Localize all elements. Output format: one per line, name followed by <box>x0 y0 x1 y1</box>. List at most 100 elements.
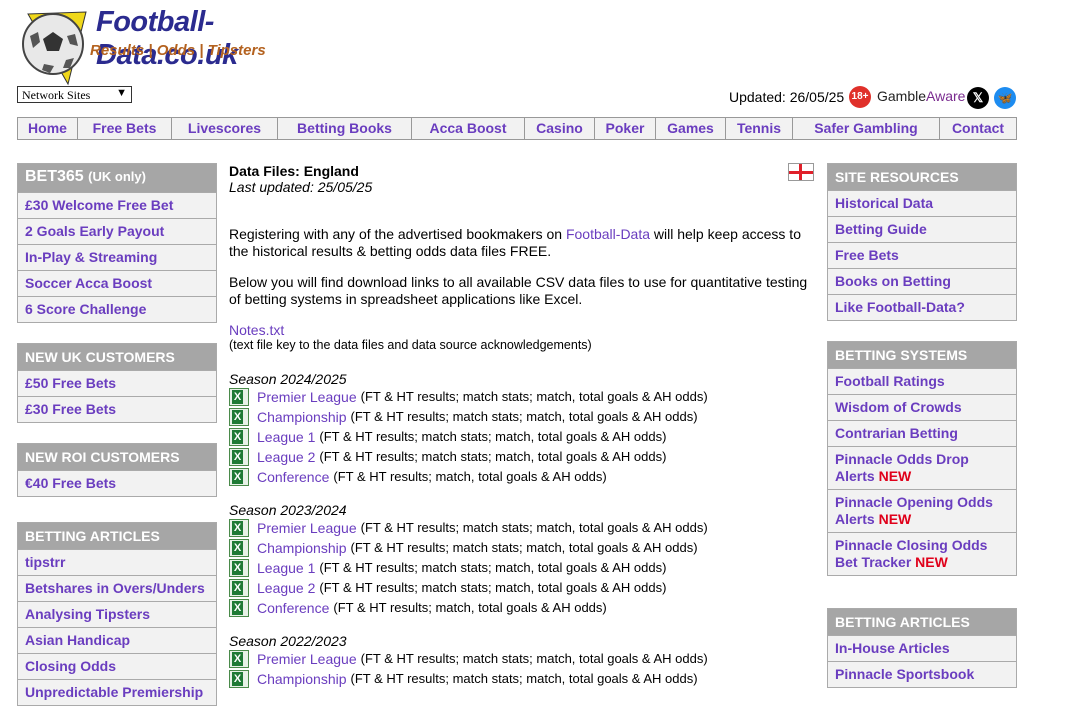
historical-data-link[interactable]: Historical Data <box>828 190 1016 216</box>
nav-home[interactable]: Home <box>18 118 78 139</box>
right-sidebar: SITE RESOURCES Historical Data Betting G… <box>827 163 1017 708</box>
csv-paragraph: Below you will find download links to al… <box>229 274 808 307</box>
file-row: Premier League(FT & HT results; match st… <box>229 518 819 538</box>
in-house-articles-link[interactable]: In-House Articles <box>828 635 1016 661</box>
notes-description: (text file key to the data files and dat… <box>229 338 592 352</box>
excel-file-icon[interactable] <box>229 388 249 406</box>
file-link[interactable]: Championship <box>257 407 347 427</box>
nav-poker[interactable]: Poker <box>595 118 656 139</box>
like-football-data-link[interactable]: Like Football-Data? <box>828 294 1016 320</box>
bet365-acca-boost-link[interactable]: Soccer Acca Boost <box>18 270 216 296</box>
excel-file-icon[interactable] <box>229 519 249 537</box>
network-sites-select[interactable]: Network Sites ▼ <box>17 86 132 103</box>
file-description: (FT & HT results; match stats; match, to… <box>319 449 667 464</box>
books-on-betting-link[interactable]: Books on Betting <box>828 268 1016 294</box>
article-analysing-tipsters-link[interactable]: Analysing Tipsters <box>18 601 216 627</box>
file-link[interactable]: Conference <box>257 467 329 487</box>
pinnacle-odds-drop-link[interactable]: Pinnacle Odds Drop Alerts NEW <box>828 446 1016 489</box>
file-row: Conference (FT & HT results; match, total… <box>229 598 819 618</box>
excel-file-icon[interactable] <box>229 539 249 557</box>
football-ratings-link[interactable]: Football Ratings <box>828 368 1016 394</box>
file-description: (FT & HT results; match, total goals & A… <box>333 469 607 484</box>
file-link[interactable]: Premier League <box>257 649 357 669</box>
excel-file-icon[interactable] <box>229 559 249 577</box>
gamble-aware-part1: Gamble <box>877 88 927 104</box>
file-link[interactable]: League 1 <box>257 558 315 578</box>
intro-text-a: Registering with any of the advertised b… <box>229 226 566 242</box>
new-uk-header: NEW UK CUSTOMERS <box>18 344 216 370</box>
nav-acca-boost[interactable]: Acca Boost <box>412 118 525 139</box>
article-betshares-link[interactable]: Betshares in Overs/Unders <box>18 575 216 601</box>
excel-file-icon[interactable] <box>229 408 249 426</box>
right-articles-header: BETTING ARTICLES <box>828 609 1016 635</box>
file-row: League 1 (FT & HT results; match stats; m… <box>229 427 819 447</box>
season-2024-2025-label: Season 2024/2025 <box>229 371 347 387</box>
bet365-6-score-link[interactable]: 6 Score Challenge <box>18 296 216 322</box>
file-link[interactable]: League 1 <box>257 427 315 447</box>
article-closing-odds-link[interactable]: Closing Odds <box>18 653 216 679</box>
file-row: League 2 (FT & HT results; match stats; m… <box>229 447 819 467</box>
excel-file-icon[interactable] <box>229 448 249 466</box>
nav-games[interactable]: Games <box>656 118 726 139</box>
link-line2: Bet Tracker <box>835 554 912 570</box>
link-line2: Alerts <box>835 511 875 527</box>
uk-50-free-bets-link[interactable]: £50 Free Bets <box>18 370 216 396</box>
bet365-welcome-link[interactable]: £30 Welcome Free Bet <box>18 192 216 218</box>
contrarian-betting-link[interactable]: Contrarian Betting <box>828 420 1016 446</box>
nav-contact[interactable]: Contact <box>940 118 1016 139</box>
excel-file-icon[interactable] <box>229 599 249 617</box>
excel-file-icon[interactable] <box>229 670 249 688</box>
file-description: (FT & HT results; match stats; match, to… <box>360 651 708 666</box>
bluesky-icon[interactable]: 🦋 <box>994 87 1016 109</box>
wisdom-of-crowds-link[interactable]: Wisdom of Crowds <box>828 394 1016 420</box>
nav-betting-books[interactable]: Betting Books <box>278 118 412 139</box>
pinnacle-closing-odds-link[interactable]: Pinnacle Closing Odds Bet Tracker NEW <box>828 532 1016 575</box>
age-18-plus-icon[interactable]: 18+ <box>849 86 871 108</box>
file-description: (FT & HT results; match stats; match, to… <box>350 540 698 555</box>
uk-30-free-bets-link[interactable]: £30 Free Bets <box>18 396 216 422</box>
excel-file-icon[interactable] <box>229 579 249 597</box>
excel-file-icon[interactable] <box>229 650 249 668</box>
file-link[interactable]: Conference <box>257 598 329 618</box>
nav-free-bets[interactable]: Free Bets <box>78 118 172 139</box>
new-roi-header: NEW ROI CUSTOMERS <box>18 444 216 470</box>
file-row: Championship(FT & HT results; match stat… <box>229 407 819 427</box>
article-unpredictable-premiership-link[interactable]: Unpredictable Premiership <box>18 679 216 705</box>
notes-txt-link[interactable]: Notes.txt <box>229 322 819 338</box>
file-description: (FT & HT results; match stats; match, to… <box>319 429 667 444</box>
article-tipstrr-link[interactable]: tipstrr <box>18 549 216 575</box>
left-betting-articles-box: BETTING ARTICLES tipstrr Betshares in Ov… <box>17 522 217 706</box>
bet365-inplay-link[interactable]: In-Play & Streaming <box>18 244 216 270</box>
gamble-aware-logo[interactable]: GambleAware <box>877 88 965 104</box>
free-bets-link[interactable]: Free Bets <box>828 242 1016 268</box>
betting-guide-link[interactable]: Betting Guide <box>828 216 1016 242</box>
excel-file-icon[interactable] <box>229 468 249 486</box>
file-link[interactable]: Championship <box>257 669 347 689</box>
file-link[interactable]: Premier League <box>257 518 357 538</box>
site-resources-box: SITE RESOURCES Historical Data Betting G… <box>827 163 1017 321</box>
new-badge: NEW <box>878 468 912 484</box>
roi-40-free-bets-link[interactable]: €40 Free Bets <box>18 470 216 496</box>
file-row: Premier League(FT & HT results; match st… <box>229 649 819 669</box>
file-link[interactable]: League 2 <box>257 578 315 598</box>
main-nav: Home Free Bets Livescores Betting Books … <box>17 117 1017 140</box>
football-data-link[interactable]: Football-Data <box>566 226 650 242</box>
nav-casino[interactable]: Casino <box>525 118 595 139</box>
chevron-down-icon: ▼ <box>116 87 127 99</box>
nav-livescores[interactable]: Livescores <box>172 118 278 139</box>
x-twitter-icon[interactable]: 𝕏 <box>967 87 989 109</box>
article-asian-handicap-link[interactable]: Asian Handicap <box>18 627 216 653</box>
pinnacle-opening-odds-link[interactable]: Pinnacle Opening Odds Alerts NEW <box>828 489 1016 532</box>
file-row: League 2 (FT & HT results; match stats; m… <box>229 578 819 598</box>
nav-tennis[interactable]: Tennis <box>726 118 793 139</box>
file-link[interactable]: League 2 <box>257 447 315 467</box>
bet365-early-payout-link[interactable]: 2 Goals Early Payout <box>18 218 216 244</box>
file-link[interactable]: Championship <box>257 538 347 558</box>
file-row: Conference (FT & HT results; match, total… <box>229 467 819 487</box>
file-link[interactable]: Premier League <box>257 387 357 407</box>
excel-file-icon[interactable] <box>229 428 249 446</box>
nav-safer-gambling[interactable]: Safer Gambling <box>793 118 940 139</box>
pinnacle-sportsbook-link[interactable]: Pinnacle Sportsbook <box>828 661 1016 687</box>
site-logo[interactable]: Football-Data.co.uk Results | Odds | Tip… <box>18 6 338 86</box>
gamble-aware-part2: Aware <box>926 88 966 104</box>
